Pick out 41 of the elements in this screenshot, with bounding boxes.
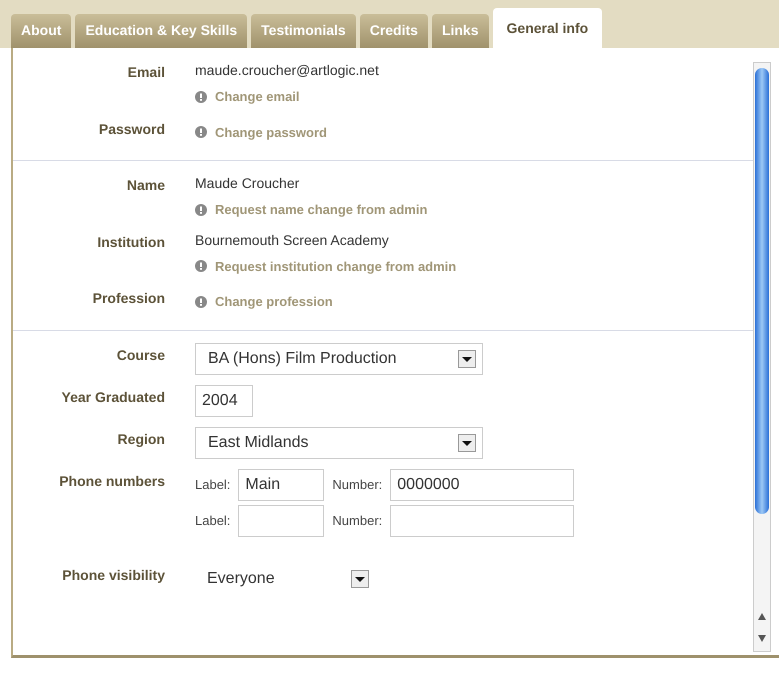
tab[interactable]: Credits bbox=[360, 14, 428, 48]
input-field[interactable] bbox=[238, 504, 324, 536]
field-caption: Label: bbox=[195, 512, 230, 530]
input-field[interactable]: Main bbox=[238, 468, 324, 500]
tab[interactable]: About bbox=[11, 14, 72, 48]
tab[interactable]: Education & Key Skills bbox=[75, 14, 248, 48]
field-label: Institution bbox=[96, 232, 166, 252]
tab[interactable]: Links bbox=[432, 14, 489, 48]
action-link[interactable]: Request institution change from admin bbox=[215, 256, 456, 276]
scrollbar[interactable] bbox=[753, 62, 771, 652]
field-caption: Number: bbox=[332, 476, 382, 494]
field-label: Year Graduated bbox=[60, 388, 166, 406]
field-label: Phone visibility bbox=[61, 566, 166, 585]
input-field[interactable]: 0000000 bbox=[390, 468, 574, 500]
field-label: Profession bbox=[92, 289, 166, 308]
select-field[interactable]: BA (Hons) Film Production bbox=[195, 342, 483, 374]
select-field[interactable]: East Midlands bbox=[195, 426, 483, 458]
action-link[interactable]: Change profession bbox=[215, 292, 333, 312]
field-label: Email bbox=[126, 63, 166, 82]
tab[interactable]: General info bbox=[492, 8, 602, 48]
action-link[interactable]: Change email bbox=[215, 87, 300, 106]
info-icon bbox=[195, 204, 207, 216]
field-label: Region bbox=[116, 430, 166, 449]
field-label: Password bbox=[98, 120, 166, 138]
tab[interactable]: Testimonials bbox=[251, 14, 356, 48]
action-link[interactable]: Change password bbox=[215, 122, 327, 142]
field-label: Phone numbers bbox=[58, 472, 166, 490]
field-label: Name bbox=[126, 176, 166, 195]
field-value: maude.croucher@artlogic.net bbox=[195, 61, 379, 80]
field-caption: Label: bbox=[195, 476, 230, 494]
info-icon bbox=[195, 260, 207, 272]
field-label: Course bbox=[116, 346, 166, 364]
input-field[interactable] bbox=[390, 504, 574, 536]
field-value: Maude Croucher bbox=[195, 174, 300, 193]
input-field[interactable]: 2004 bbox=[195, 384, 253, 416]
field-caption: Number: bbox=[332, 512, 382, 530]
info-icon bbox=[195, 90, 207, 103]
info-icon bbox=[195, 296, 207, 308]
info-icon bbox=[195, 126, 207, 138]
field-value: Bournemouth Screen Academy bbox=[195, 230, 390, 250]
action-link[interactable]: Request name change from admin bbox=[215, 200, 428, 220]
